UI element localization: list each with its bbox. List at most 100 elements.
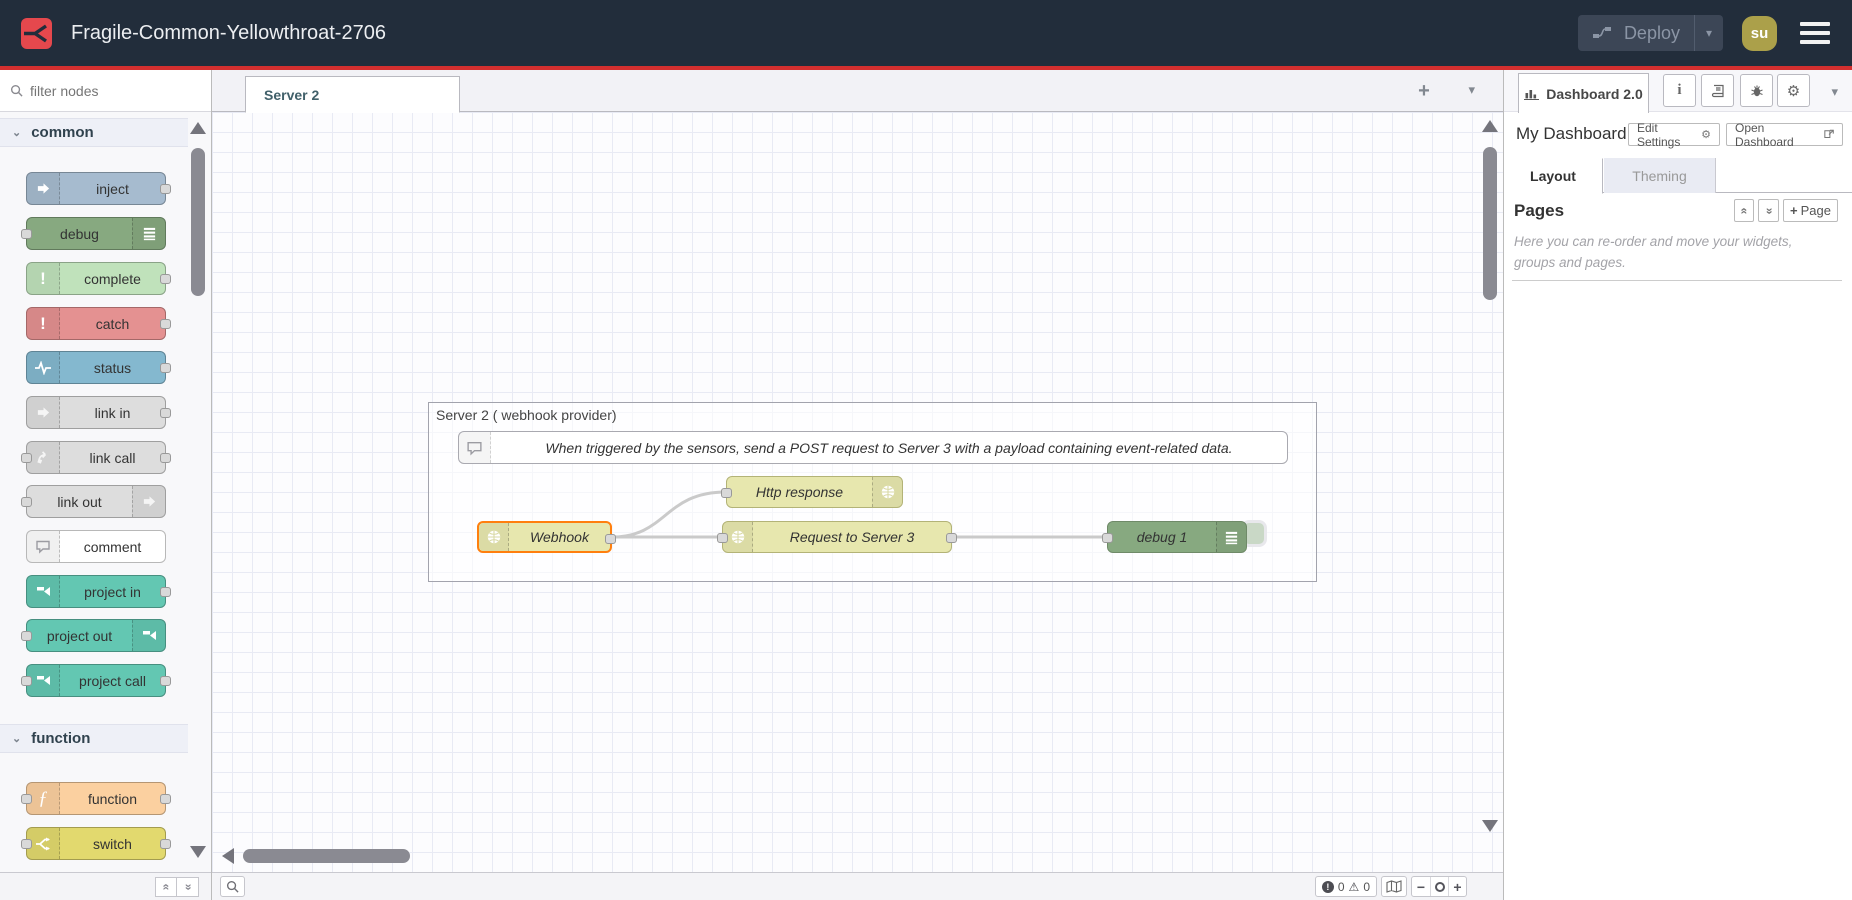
zoom-controls: − + xyxy=(1411,876,1467,897)
tab-theming[interactable]: Theming xyxy=(1604,158,1716,193)
palette-scroll-down[interactable] xyxy=(190,846,206,858)
comment-node[interactable]: When triggered by the sensors, send a PO… xyxy=(458,431,1288,464)
palette-scroll-up[interactable] xyxy=(190,122,206,134)
sidebar-menu-button[interactable]: ▾ xyxy=(1831,84,1838,100)
palette-node-link-call[interactable]: link call xyxy=(26,441,166,474)
add-page-button[interactable]: + Page xyxy=(1783,199,1838,222)
node-port[interactable] xyxy=(160,587,171,597)
search-icon xyxy=(10,84,23,97)
chevron-down-icon: ⌄ xyxy=(12,732,21,745)
open-dashboard-button[interactable]: Open Dashboard xyxy=(1726,123,1843,146)
debug-list-icon xyxy=(132,218,165,249)
pages-heading: Pages xyxy=(1514,201,1564,221)
palette-node-debug[interactable]: debug xyxy=(26,217,166,250)
sidebar-tab-label: Dashboard 2.0 xyxy=(1546,86,1642,102)
caret-down-icon: ▾ xyxy=(1468,82,1475,97)
palette-node-link-in[interactable]: link in xyxy=(26,396,166,429)
node-port[interactable] xyxy=(160,839,171,849)
node-port[interactable] xyxy=(21,676,32,686)
palette-scrollbar-thumb[interactable] xyxy=(191,148,205,296)
edit-settings-button[interactable]: Edit Settings ⚙ xyxy=(1628,123,1720,146)
zoom-in-button[interactable]: + xyxy=(1448,877,1466,896)
palette-node-link-out[interactable]: link out xyxy=(26,485,166,518)
palette-search[interactable] xyxy=(0,70,211,112)
add-flow-button[interactable]: + xyxy=(1411,78,1437,104)
navigator-button[interactable] xyxy=(1381,876,1407,897)
palette-node-switch[interactable]: switch xyxy=(26,827,166,860)
node-request-to-server3[interactable]: Request to Server 3 xyxy=(722,521,952,553)
flow-canvas[interactable]: Server 2 ( webhook provider) When trigge… xyxy=(212,112,1503,872)
palette-node-catch[interactable]: ! catch xyxy=(26,307,166,340)
node-port-input[interactable] xyxy=(717,533,728,543)
node-port[interactable] xyxy=(160,319,171,329)
flow-list-button[interactable]: ▾ xyxy=(1468,82,1475,98)
collapse-all-button[interactable]: « xyxy=(155,877,177,897)
node-port[interactable] xyxy=(160,184,171,194)
node-port[interactable] xyxy=(160,363,171,373)
palette-node-project-call[interactable]: project call xyxy=(26,664,166,697)
node-port[interactable] xyxy=(160,794,171,804)
node-label: catch xyxy=(60,316,165,332)
tab-layout[interactable]: Layout xyxy=(1504,158,1603,194)
move-page-down-button[interactable]: « xyxy=(1758,199,1779,222)
open-dashboard-label: Open Dashboard xyxy=(1735,121,1819,149)
node-port[interactable] xyxy=(21,497,32,507)
deploy-options-button[interactable]: ▾ xyxy=(1694,15,1723,51)
node-port[interactable] xyxy=(21,453,32,463)
flow-tab-label: Server 2 xyxy=(264,87,319,103)
deploy-button[interactable]: Deploy ▾ xyxy=(1578,15,1723,51)
expand-all-button[interactable]: « xyxy=(177,877,199,897)
node-port[interactable] xyxy=(21,631,32,641)
node-label: Request to Server 3 xyxy=(753,529,951,545)
palette-node-inject[interactable]: inject xyxy=(26,172,166,205)
category-label: function xyxy=(31,730,90,747)
node-port[interactable] xyxy=(21,839,32,849)
palette-category-function[interactable]: ⌄ function xyxy=(0,724,188,753)
node-label: link out xyxy=(27,494,132,510)
search-flows-button[interactable] xyxy=(220,876,245,897)
node-label: project out xyxy=(27,628,132,644)
debug-tab-button[interactable] xyxy=(1740,74,1773,107)
node-port-output[interactable] xyxy=(946,533,957,543)
move-page-up-button[interactable]: « xyxy=(1734,199,1755,222)
main-menu-button[interactable] xyxy=(1796,18,1834,48)
node-port[interactable] xyxy=(160,274,171,284)
sidebar-tab-dashboard[interactable]: Dashboard 2.0 xyxy=(1518,73,1649,113)
dashboard-subtabs: Layout Theming xyxy=(1504,158,1852,193)
node-port-input[interactable] xyxy=(721,488,732,498)
node-port[interactable] xyxy=(160,676,171,686)
workspace-footer: ! 0 ⚠ 0 − + xyxy=(212,872,1503,900)
config-tab-button[interactable]: ⚙ xyxy=(1777,74,1810,107)
node-port-output[interactable] xyxy=(605,534,616,544)
palette-node-comment[interactable]: comment xyxy=(26,530,166,563)
help-tab-button[interactable] xyxy=(1701,74,1734,107)
gear-icon: ⚙ xyxy=(1787,82,1800,100)
palette-node-complete[interactable]: ! complete xyxy=(26,262,166,295)
zoom-reset-button[interactable] xyxy=(1430,877,1448,896)
palette-category-common[interactable]: ⌄ common xyxy=(0,118,188,147)
divider xyxy=(1512,280,1842,281)
node-port[interactable] xyxy=(160,453,171,463)
pages-description: Here you can re-order and move your widg… xyxy=(1514,232,1834,274)
palette-footer: « « xyxy=(0,872,211,900)
error-icon: ! xyxy=(1322,881,1334,893)
node-port-input[interactable] xyxy=(1102,533,1113,543)
user-avatar[interactable]: su xyxy=(1742,16,1777,51)
flow-tab-server2[interactable]: Server 2 xyxy=(245,76,460,113)
node-port[interactable] xyxy=(21,794,32,804)
palette-node-function[interactable]: ƒ function xyxy=(26,782,166,815)
notification-counts[interactable]: ! 0 ⚠ 0 xyxy=(1315,876,1377,897)
node-label: switch xyxy=(60,836,165,852)
palette-node-status[interactable]: status xyxy=(26,351,166,384)
node-port[interactable] xyxy=(160,408,171,418)
palette-node-project-in[interactable]: project in xyxy=(26,575,166,608)
link-arrow-icon xyxy=(132,486,165,517)
node-port[interactable] xyxy=(21,229,32,239)
node-http-response[interactable]: Http response xyxy=(726,476,903,508)
zoom-out-button[interactable]: − xyxy=(1412,877,1430,896)
info-tab-button[interactable]: i xyxy=(1663,74,1696,107)
node-debug-1[interactable]: debug 1 xyxy=(1107,521,1247,553)
palette-node-project-out[interactable]: project out xyxy=(26,619,166,652)
node-webhook[interactable]: Webhook xyxy=(477,521,612,553)
palette-filter-input[interactable] xyxy=(30,83,180,99)
